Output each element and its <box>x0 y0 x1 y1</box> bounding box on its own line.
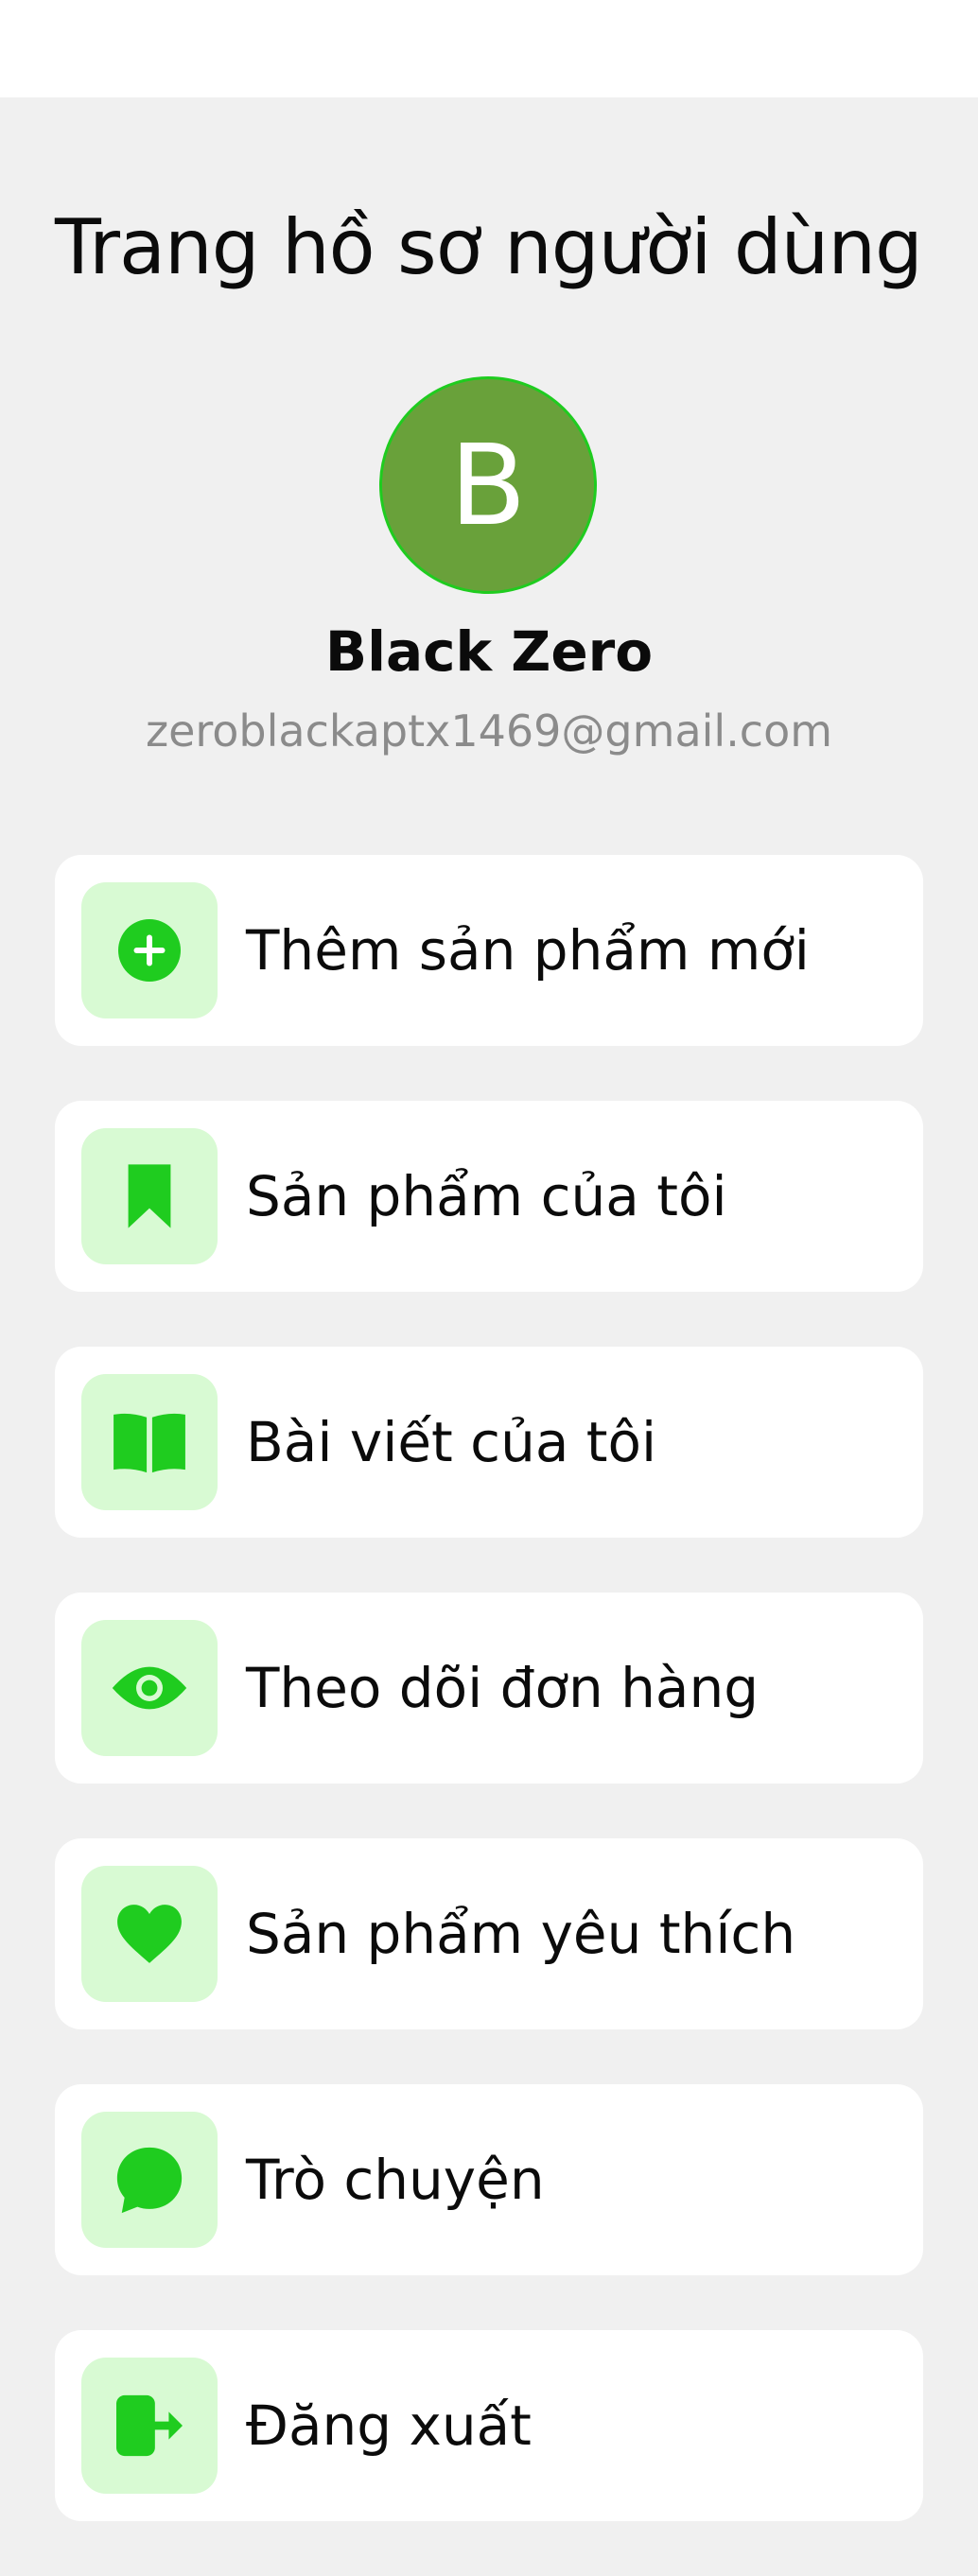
menu-item-label: Đăng xuất <box>246 2393 532 2458</box>
bookmark-icon <box>81 1128 218 1264</box>
menu-item-label: Bài viết của tôi <box>246 1410 657 1474</box>
user-name: Black Zero <box>324 619 654 684</box>
user-email: zeroblackaptx1469@gmail.com <box>145 705 833 757</box>
menu-item-add-product[interactable]: Thêm sản phẩm mới <box>55 855 923 1046</box>
avatar: B <box>379 376 597 594</box>
plus-circle-icon <box>81 882 218 1018</box>
menu-item-label: Trò chuyện <box>246 2148 545 2212</box>
menu-item-track-orders[interactable]: Theo dõi đơn hàng <box>55 1593 923 1784</box>
menu-item-my-posts[interactable]: Bài viết của tôi <box>55 1347 923 1538</box>
menu-item-label: Theo dõi đơn hàng <box>246 1656 760 1720</box>
top-bar <box>0 0 978 97</box>
menu-item-logout[interactable]: Đăng xuất <box>55 2330 923 2521</box>
logout-icon <box>81 2358 218 2494</box>
heart-icon <box>81 1866 218 2002</box>
avatar-letter: B <box>449 420 527 550</box>
page-title: Trang hồ sơ người dùng <box>55 203 923 291</box>
menu-item-label: Thêm sản phẩm mới <box>246 918 810 983</box>
menu-item-chat[interactable]: Trò chuyện <box>55 2084 923 2275</box>
menu-item-label: Sản phẩm yêu thích <box>246 1902 796 1966</box>
profile-menu: Thêm sản phẩm mới Sản phẩm của tôi Bài v… <box>55 855 923 2576</box>
chat-bubble-icon <box>81 2112 218 2248</box>
menu-item-my-products[interactable]: Sản phẩm của tôi <box>55 1101 923 1292</box>
book-open-icon <box>81 1374 218 1510</box>
menu-item-favorites[interactable]: Sản phẩm yêu thích <box>55 1838 923 2029</box>
menu-item-label: Sản phẩm của tôi <box>246 1164 727 1228</box>
eye-icon <box>81 1620 218 1756</box>
